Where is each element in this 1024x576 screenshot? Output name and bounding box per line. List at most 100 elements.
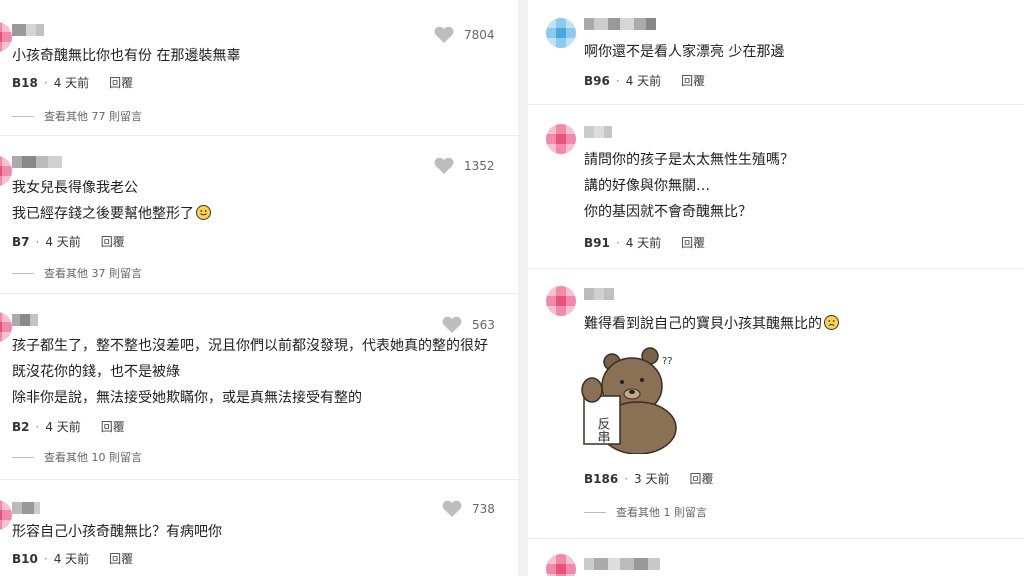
timestamp: 4 天前	[45, 235, 81, 249]
username-obscured[interactable]	[12, 24, 44, 36]
comment-meta: B7 · 4 天前 回覆	[12, 233, 125, 250]
username-obscured[interactable]	[584, 18, 656, 30]
comment-line: 既沒花你的錢，也不是被綠	[12, 364, 180, 380]
comment-b10: 形容自己小孩奇醜無比？有病吧你 B10 · 4 天前 回覆 738	[0, 480, 518, 576]
floor-number: B18	[12, 75, 38, 90]
comment-meta: B2 · 4 天前 回覆	[12, 418, 125, 435]
heart-icon	[442, 500, 462, 517]
like-button[interactable]: 1352	[434, 157, 495, 175]
like-count: 563	[472, 318, 495, 332]
username-obscured[interactable]	[12, 502, 40, 514]
comment-meta: B10 · 4 天前 回覆	[12, 550, 133, 567]
reply-button[interactable]: 回覆	[681, 234, 705, 251]
timestamp: 4 天前	[45, 420, 81, 434]
reply-button[interactable]: 回覆	[109, 550, 133, 567]
username-obscured[interactable]	[584, 288, 614, 300]
comment-column-right: 啊你還不是看人家漂亮 少在那邊 B96 · 4 天前 回覆 請問你的孩子是太太無…	[528, 0, 1024, 576]
comment-text: 難得看到說自己的寶貝小孩其醜無比的	[584, 311, 839, 337]
username-obscured[interactable]	[12, 156, 62, 168]
separator-dot: ·	[624, 471, 629, 486]
comment-text: 形容自己小孩奇醜無比？有病吧你	[12, 519, 222, 545]
floor-number: B96	[584, 73, 610, 88]
comment-meta: B18 · 4 天前 回覆	[12, 74, 133, 91]
timestamp: 4 天前	[625, 74, 662, 88]
sticker-sign-text: 反串	[595, 417, 611, 443]
comment-text: 孩子都生了，整不整也沒差吧，況且你們以前都沒發現，代表她真的整的很好 既沒花你的…	[12, 333, 488, 411]
comment-text: 啊你還不是看人家漂亮 少在那邊	[584, 39, 784, 65]
comment-text: 我女兒長得像我老公 我已經存錢之後要幫他整形了	[12, 175, 211, 227]
floor-number: B2	[12, 419, 30, 434]
floor-number: B7	[12, 234, 30, 249]
floor-number: B91	[584, 235, 610, 250]
reply-button[interactable]: 回覆	[101, 418, 125, 435]
reply-button[interactable]: 回覆	[109, 74, 133, 91]
more-replies-label: 查看其他 1 則留言	[616, 506, 707, 519]
avatar[interactable]	[546, 286, 576, 316]
comment-line: 難得看到說自己的寶貝小孩其醜無比的	[584, 311, 839, 337]
comment-line: 我女兒長得像我老公	[12, 180, 138, 196]
like-button[interactable]: 7804	[434, 26, 495, 44]
reply-button[interactable]: 回覆	[681, 72, 705, 89]
comment-meta: B96 · 4 天前 回覆	[584, 72, 705, 89]
view-more-replies[interactable]: 查看其他 10 則留言	[12, 449, 142, 465]
comment-b2: 孩子都生了，整不整也沒差吧，況且你們以前都沒發現，代表她真的整的很好 既沒花你的…	[0, 294, 518, 480]
more-line	[584, 511, 606, 513]
separator-dot: ·	[615, 235, 620, 250]
more-replies-label: 查看其他 77 則留言	[44, 110, 142, 123]
floor-number: B10	[12, 551, 38, 566]
timestamp: 3 天前	[634, 472, 670, 486]
comment-line: 啊你還不是看人家漂亮 少在那邊	[584, 44, 785, 60]
heart-icon	[442, 316, 462, 333]
comment-b7: 我女兒長得像我老公 我已經存錢之後要幫他整形了 B7 · 4 天前 回覆 135…	[0, 136, 518, 294]
column-separator	[518, 0, 528, 576]
separator-dot: ·	[43, 75, 48, 90]
view-more-replies[interactable]: 查看其他 77 則留言	[12, 108, 142, 124]
comment-line: 講的好像與你無關…	[584, 178, 710, 194]
comment-line: 你的基因就不會奇醜無比？	[584, 204, 752, 220]
like-button[interactable]: 738	[442, 500, 495, 518]
username-obscured[interactable]	[584, 126, 612, 138]
divider	[528, 268, 1024, 269]
more-replies-label: 查看其他 37 則留言	[44, 267, 142, 280]
username-obscured[interactable]	[12, 314, 38, 326]
heart-icon	[434, 157, 454, 174]
avatar[interactable]	[546, 554, 576, 576]
more-line	[12, 272, 34, 274]
like-button[interactable]: 563	[442, 316, 495, 334]
comment-line: 我已經存錢之後要幫他整形了	[12, 201, 211, 227]
bear-sticker: 反串 ??	[581, 347, 677, 454]
sticker-mark: ??	[662, 356, 673, 367]
separator-dot: ·	[35, 419, 40, 434]
timestamp: 4 天前	[625, 236, 662, 250]
comment-partial	[528, 540, 1024, 576]
more-replies-label: 查看其他 10 則留言	[44, 451, 142, 464]
avatar[interactable]	[0, 22, 12, 52]
comment-line: 小孩奇醜無比你也有份 在那邊裝無辜	[12, 48, 241, 64]
comment-line: 請問你的孩子是太太無性生殖嗎？	[584, 152, 794, 168]
more-line	[12, 456, 34, 458]
smiley-icon	[824, 315, 839, 330]
timestamp: 4 天前	[53, 552, 90, 566]
like-count: 1352	[464, 159, 495, 173]
comment-b96: 啊你還不是看人家漂亮 少在那邊 B96 · 4 天前 回覆	[528, 0, 1024, 106]
comment-text: 小孩奇醜無比你也有份 在那邊裝無辜	[12, 43, 240, 69]
avatar[interactable]	[0, 312, 12, 342]
timestamp: 4 天前	[53, 76, 90, 90]
view-more-replies[interactable]: 查看其他 1 則留言	[584, 504, 707, 520]
avatar[interactable]	[0, 500, 12, 530]
comment-line: 除非你是說，無法接受她欺瞞你，或是真無法接受有整的	[12, 390, 362, 406]
avatar[interactable]	[546, 18, 576, 48]
comment-meta: B186 · 3 天前 回覆	[584, 470, 714, 487]
divider	[528, 104, 1024, 105]
avatar[interactable]	[546, 124, 576, 154]
reply-button[interactable]: 回覆	[101, 233, 125, 250]
like-count: 7804	[464, 28, 495, 42]
comment-b186: 難得看到說自己的寶貝小孩其醜無比的 反串 ?? B186 · 3 天前 回覆 查…	[528, 270, 1024, 540]
avatar[interactable]	[0, 156, 12, 186]
more-line	[12, 115, 34, 117]
comment-line: 形容自己小孩奇醜無比？有病吧你	[12, 524, 222, 540]
view-more-replies[interactable]: 查看其他 37 則留言	[12, 265, 142, 281]
username-obscured[interactable]	[584, 558, 660, 570]
reply-button[interactable]: 回覆	[689, 470, 713, 487]
comment-line: 孩子都生了，整不整也沒差吧，況且你們以前都沒發現，代表她真的整的很好	[12, 338, 488, 354]
